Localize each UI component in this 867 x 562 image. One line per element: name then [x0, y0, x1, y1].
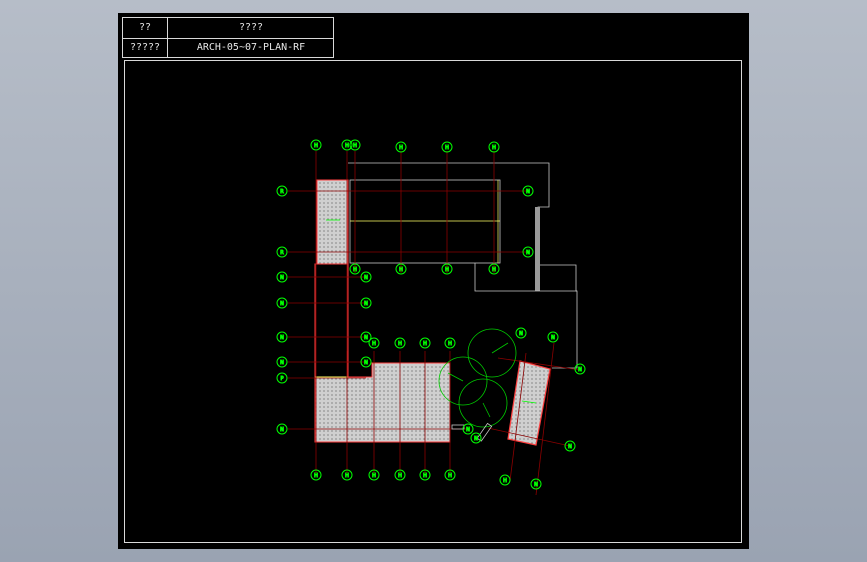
svg-text:H: H: [503, 478, 507, 484]
svg-text:N: N: [534, 482, 538, 488]
svg-text:N: N: [551, 335, 555, 341]
svg-text:H: H: [398, 341, 402, 347]
grid-bubble-left-6: N: [276, 356, 288, 368]
svg-text:H: H: [314, 143, 318, 149]
svg-text:H: H: [399, 267, 403, 273]
grid-bubble-left-4: N: [276, 297, 288, 309]
svg-text:H: H: [314, 473, 318, 479]
svg-text:R: R: [280, 250, 284, 256]
grid-bubble-top-4: H: [395, 141, 407, 153]
grid-bubble-left-8: N: [276, 423, 288, 435]
svg-text:H: H: [448, 341, 452, 347]
grid-bubble-top-6: H: [488, 141, 500, 153]
svg-text:R: R: [280, 189, 284, 195]
grid-bubble-left-7: P: [276, 372, 288, 384]
grid-bubble-skew-5: H: [499, 474, 511, 486]
drawing-sheet: ?? ???? ????? ARCH-05~07-PLAN-RF H H H H…: [118, 13, 749, 549]
grid-bubble-skew-4: N: [564, 440, 576, 452]
svg-text:H: H: [372, 341, 376, 347]
svg-text:H: H: [353, 267, 357, 273]
svg-text:N: N: [466, 427, 470, 433]
outline-upper-block: [348, 162, 578, 369]
svg-text:H: H: [445, 267, 449, 273]
svg-text:H: H: [423, 341, 427, 347]
svg-text:N: N: [519, 331, 523, 337]
grid-bubble-top-1: H: [310, 139, 322, 151]
grid-bubble-left-3: N: [276, 271, 288, 283]
svg-text:N: N: [364, 360, 368, 366]
grid-bubble-skew-7: N: [470, 432, 482, 444]
vertical-corridor: [314, 263, 349, 378]
grid-bubble-top-5: H: [441, 141, 453, 153]
svg-text:H: H: [345, 473, 349, 479]
grid-bubble-lower-t1: H: [368, 337, 380, 349]
svg-text:N: N: [364, 335, 368, 341]
svg-text:H: H: [423, 473, 427, 479]
svg-text:N: N: [280, 360, 284, 366]
svg-text:N: N: [364, 275, 368, 281]
svg-text:H: H: [399, 145, 403, 151]
svg-text:H: H: [398, 473, 402, 479]
grid-bubble-skew-3: N: [574, 363, 586, 375]
upper-wing: [349, 179, 501, 264]
svg-text:N: N: [526, 189, 530, 195]
svg-text:N: N: [474, 436, 478, 442]
grid-bubble-left-2: R: [276, 246, 288, 258]
stair-core-upper: [316, 179, 349, 265]
stair-bar: [535, 207, 540, 291]
svg-text:H: H: [345, 143, 349, 149]
svg-text:H: H: [353, 143, 357, 149]
roof-plan-drawing: H H H H H H R R N N N N P N N N N N H H …: [276, 139, 586, 496]
svg-text:N: N: [526, 250, 530, 256]
lower-hatched-block: [314, 362, 451, 443]
svg-text:H: H: [445, 145, 449, 151]
svg-text:N: N: [280, 427, 284, 433]
svg-text:N: N: [568, 444, 572, 450]
svg-text:N: N: [280, 275, 284, 281]
grid-bubble-left-1: R: [276, 185, 288, 197]
grid-bubble-left-5: N: [276, 331, 288, 343]
svg-text:H: H: [492, 145, 496, 151]
grid-bubble-lower-t4: H: [444, 337, 456, 349]
svg-text:H: H: [372, 473, 376, 479]
outline-lower-connector: [474, 263, 577, 292]
svg-text:H: H: [448, 473, 452, 479]
grid-bubble-skew-6: N: [530, 478, 542, 490]
svg-text:N: N: [280, 335, 284, 341]
svg-text:H: H: [492, 267, 496, 273]
svg-text:N: N: [578, 367, 582, 373]
svg-text:N: N: [280, 301, 284, 307]
svg-text:N: N: [364, 301, 368, 307]
grid-bubble-skew-1: N: [515, 327, 527, 339]
svg-text:P: P: [280, 376, 283, 382]
small-fixture-2: [451, 424, 465, 430]
grid-bubble-lower-t3: H: [419, 337, 431, 349]
grid-bubble-skew-2: N: [547, 331, 559, 343]
grid-bubble-lower-t2: H: [394, 337, 406, 349]
